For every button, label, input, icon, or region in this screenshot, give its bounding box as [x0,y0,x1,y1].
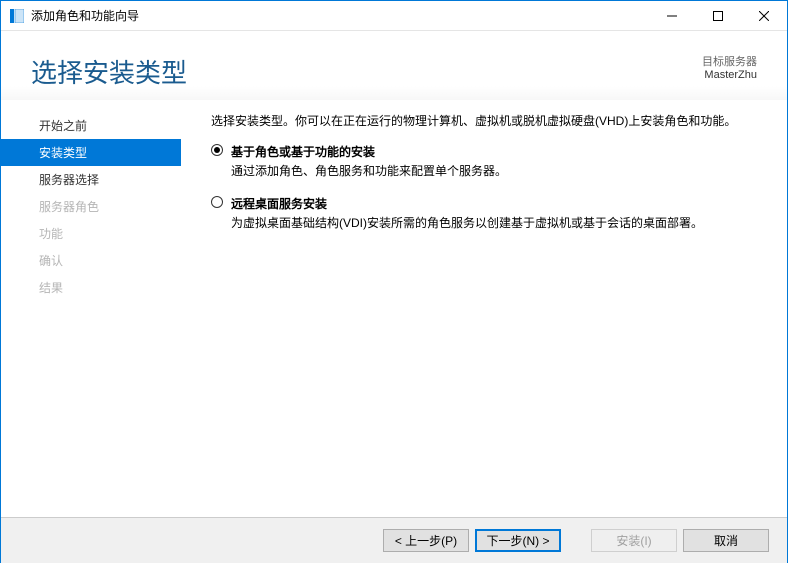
footer: < 上一步(P) 下一步(N) > 安装(I) 取消 [1,517,787,563]
close-button[interactable] [741,1,787,30]
sidebar-item-before-begin[interactable]: 开始之前 [1,112,181,139]
radio-role-based[interactable] [211,144,223,156]
option-role-based-desc: 通过添加角色、角色服务和功能来配置单个服务器。 [231,162,757,179]
header: 选择安装类型 目标服务器 MasterZhu [1,31,787,100]
minimize-button[interactable] [649,1,695,30]
option-role-based-title: 基于角色或基于功能的安装 [231,143,757,160]
cancel-button[interactable]: 取消 [683,529,769,552]
previous-button[interactable]: < 上一步(P) [383,529,469,552]
sidebar-item-features: 功能 [1,220,181,247]
titlebar: 添加角色和功能向导 [1,1,787,31]
radio-remote-desktop[interactable] [211,196,223,208]
option-remote-desktop-title: 远程桌面服务安装 [231,195,757,212]
page-title: 选择安装类型 [31,53,187,90]
sidebar-item-server-select[interactable]: 服务器选择 [1,166,181,193]
window-controls [649,1,787,30]
maximize-button[interactable] [695,1,741,30]
target-name: MasterZhu [702,69,757,81]
sidebar-item-confirm: 确认 [1,247,181,274]
sidebar-item-server-roles: 服务器角色 [1,193,181,220]
option-role-based[interactable]: 基于角色或基于功能的安装 通过添加角色、角色服务和功能来配置单个服务器。 [211,143,757,179]
content: 选择安装类型。你可以在正在运行的物理计算机、虚拟机或脱机虚拟硬盘(VHD)上安装… [181,100,787,518]
option-remote-desktop-desc: 为虚拟桌面基础结构(VDI)安装所需的角色服务以创建基于虚拟机或基于会话的桌面部… [231,214,757,231]
next-button[interactable]: 下一步(N) > [475,529,561,552]
content-description: 选择安装类型。你可以在正在运行的物理计算机、虚拟机或脱机虚拟硬盘(VHD)上安装… [211,112,757,129]
sidebar-item-install-type[interactable]: 安装类型 [1,139,181,166]
option-remote-desktop[interactable]: 远程桌面服务安装 为虚拟桌面基础结构(VDI)安装所需的角色服务以创建基于虚拟机… [211,195,757,231]
sidebar-item-result: 结果 [1,274,181,301]
target-label: 目标服务器 [702,53,757,69]
install-button: 安装(I) [591,529,677,552]
window-title: 添加角色和功能向导 [31,7,649,24]
target-info: 目标服务器 MasterZhu [702,53,757,81]
body: 开始之前 安装类型 服务器选择 服务器角色 功能 确认 结果 选择安装类型。你可… [1,100,787,518]
wizard-icon [9,8,25,24]
sidebar: 开始之前 安装类型 服务器选择 服务器角色 功能 确认 结果 [1,100,181,518]
